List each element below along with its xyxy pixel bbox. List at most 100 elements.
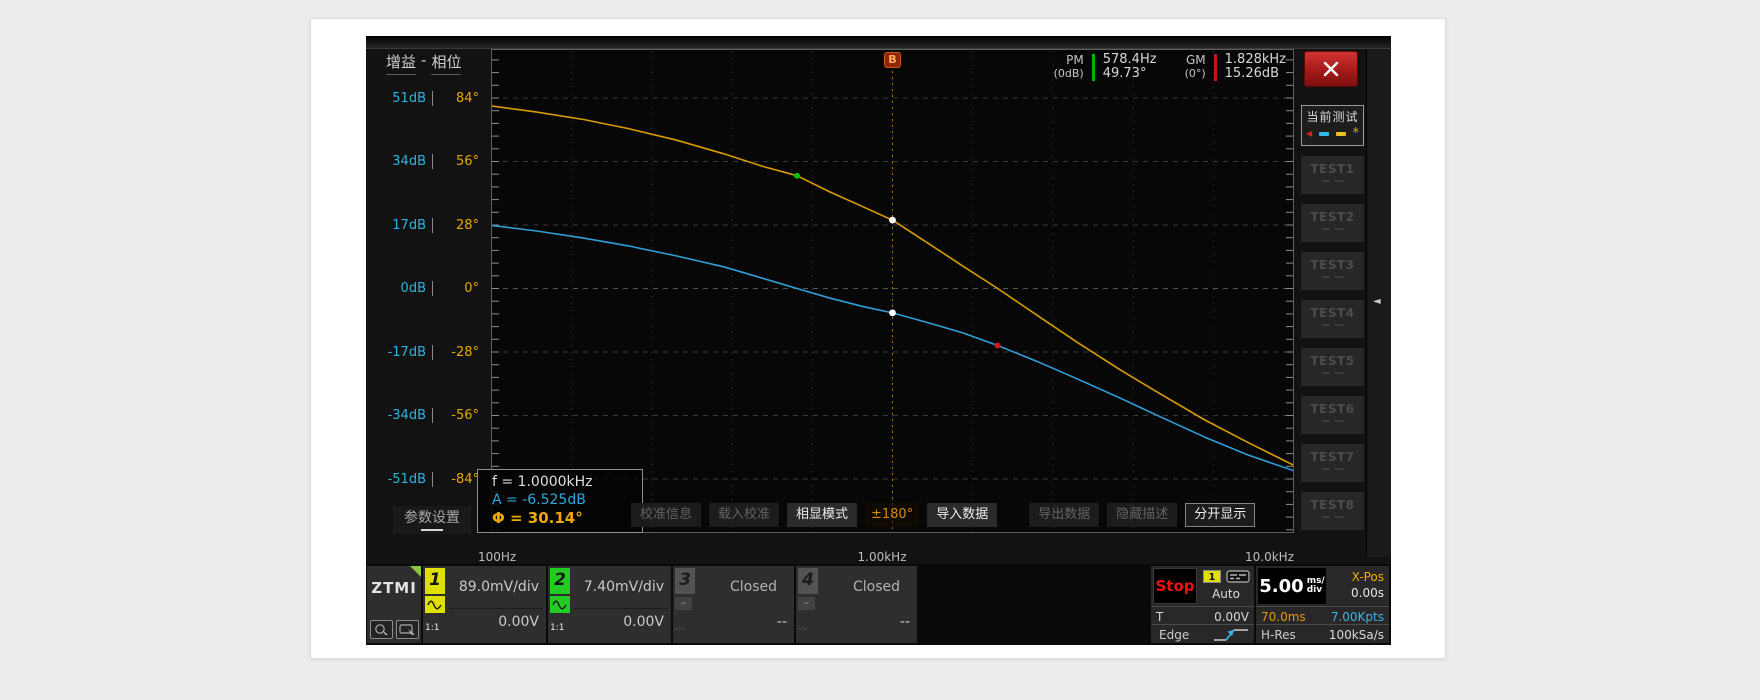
channel-2-cell[interactable]: 2 1:1 7.40mV/div 0.00V — [548, 566, 671, 643]
marker-triangle-icon: ◀ — [1306, 130, 1312, 138]
test-slot-7[interactable]: TEST7 — [1301, 444, 1364, 482]
phase-tick: 28° — [439, 218, 479, 233]
coupling-indicator: – — [798, 597, 815, 610]
channel-3-badge: 3 — [675, 568, 695, 594]
menu-calibration-info[interactable]: 校准信息 — [631, 503, 701, 527]
phase-axis-label[interactable]: 相位 — [431, 51, 461, 75]
phase-tick: 56° — [439, 154, 479, 169]
bode-plot-area: PM (0dB) 578.4Hz 49.73° GM (0°) — [491, 49, 1294, 533]
gain-tick: -51dB — [366, 472, 426, 487]
menu-export-data[interactable]: 导出数据 — [1029, 503, 1099, 527]
corner-triangle-icon — [410, 566, 421, 577]
gain-axis-label[interactable]: 增益 — [386, 51, 416, 75]
test-slot-label: TEST2 — [1310, 210, 1354, 224]
cursor-readout-box: f = 1.0000kHz A = -6.525dB Φ = 30.14° — [477, 469, 643, 533]
channel-1-offset: 0.00V — [498, 614, 539, 630]
channel-1-cell[interactable]: 1 1:1 89.0mV/div 0.00V — [423, 566, 546, 643]
gain-tick: -34dB — [366, 408, 426, 423]
run-stop-indicator[interactable]: Stop — [1153, 568, 1197, 604]
test-slot-label: TEST7 — [1310, 450, 1354, 464]
menu-hide-description[interactable]: 隐藏描述 — [1107, 503, 1177, 527]
sine-wave-icon — [550, 596, 570, 613]
channel-3-cell[interactable]: 3 – -:- Closed -- — [673, 566, 794, 643]
menu-import-data[interactable]: 导入数据 — [927, 503, 997, 527]
hres-label: H-Res — [1261, 628, 1296, 642]
rising-edge-icon — [1211, 627, 1251, 643]
test-slot-5[interactable]: TEST5 — [1301, 348, 1364, 386]
axis-tick-row: -51dB-84° — [366, 470, 491, 488]
test-slot-label: TEST8 — [1310, 498, 1354, 512]
touch-screen-icon[interactable] — [396, 620, 419, 639]
cursor-frequency: f = 1.0000kHz — [492, 473, 642, 491]
cursor-gain: A = -6.525dB — [492, 491, 642, 509]
test-slot-6[interactable]: TEST6 — [1301, 396, 1364, 434]
test-slot-4[interactable]: TEST4 — [1301, 300, 1364, 338]
phase-tick: -56° — [439, 408, 479, 423]
channel-1-badge: 1 — [425, 568, 445, 594]
channel-4-state: Closed — [836, 579, 917, 595]
current-test-label: 当前测试 — [1302, 106, 1363, 128]
channel-2-badge: 2 — [550, 568, 570, 594]
test-slot-dashes — [1301, 324, 1364, 326]
coupling-indicator: – — [675, 597, 692, 610]
touch-circle-icon[interactable] — [370, 620, 393, 639]
oscilloscope-screen: 增益 - 相位 51dB84° 34dB56° 17dB28° 0dB0° -1… — [366, 36, 1391, 645]
test-slot-label: TEST1 — [1310, 162, 1354, 176]
phase-tick: 0° — [439, 281, 479, 296]
menu-load-calibration[interactable]: 载入校准 — [709, 503, 779, 527]
trace-legend-icons: ◀ * — [1302, 128, 1363, 140]
close-button[interactable] — [1304, 51, 1358, 87]
bode-plot-svg — [491, 49, 1294, 533]
trigger-cell[interactable]: Stop 1 Auto T 0.00V Edge — [1151, 566, 1254, 643]
freq-tick-start: 100Hz — [478, 550, 516, 564]
axis-tick-row: 51dB84° — [366, 89, 491, 107]
cursor-b-handle[interactable]: B — [884, 52, 901, 68]
channel-2-scale: 7.40mV/div — [584, 579, 664, 595]
timebase-scale-box[interactable]: 5.00 ms/ div — [1258, 568, 1326, 604]
cursor-gain-point — [889, 309, 896, 316]
measurement-panel: PM (0dB) 578.4Hz 49.73° GM (0°) — [1054, 53, 1286, 81]
channel-4-offset: -- — [900, 614, 910, 630]
pm-value: 49.73° — [1103, 67, 1157, 81]
xpos-value: 0.00s — [1351, 586, 1384, 600]
menu-phase-display-mode[interactable]: 相显模式 — [787, 503, 857, 527]
gain-trace-icon — [1319, 132, 1329, 136]
capture-window: 70.0ms — [1261, 610, 1306, 624]
channel-2-offset: 0.00V — [623, 614, 664, 630]
parameter-settings-button[interactable]: 参数设置 — [393, 506, 471, 534]
axis-tick-row: 0dB0° — [366, 279, 491, 297]
gm-color-bar — [1214, 54, 1217, 81]
test-slot-dashes — [1301, 228, 1364, 230]
collapse-arrow-icon[interactable]: ◄ — [1373, 296, 1381, 307]
pm-marker — [794, 173, 800, 179]
test-slot-label: TEST4 — [1310, 306, 1354, 320]
axis-header: 增益 - 相位 — [386, 51, 491, 75]
gm-ref: (0°) — [1185, 67, 1206, 81]
menu-phase-range[interactable]: ±180° — [865, 503, 919, 527]
test-slot-3[interactable]: TEST3 — [1301, 252, 1364, 290]
current-test-button[interactable]: 当前测试 ◀ * — [1301, 105, 1364, 146]
scope-top-bar — [366, 36, 1391, 49]
timebase-cell[interactable]: 5.00 ms/ div X-Pos 0.00s 70.0ms 7.00Kpts… — [1256, 566, 1389, 643]
test-slot-1[interactable]: TEST1 — [1301, 156, 1364, 194]
channel-4-cell[interactable]: 4 – -:- Closed -- — [796, 566, 917, 643]
gm-marker — [995, 343, 1001, 349]
cursor-phase-point — [889, 217, 896, 224]
tick-separator — [432, 91, 433, 106]
tick-separator — [432, 345, 433, 360]
gain-tick: 17dB — [366, 218, 426, 233]
phase-curve — [491, 106, 1294, 466]
trigger-level-label: T — [1156, 610, 1163, 624]
star-icon: * — [1353, 129, 1360, 139]
test-slot-dashes — [1301, 468, 1364, 470]
freq-tick-end: 10.0kHz — [1245, 550, 1294, 564]
test-slot-2[interactable]: TEST2 — [1301, 204, 1364, 242]
tick-separator — [432, 154, 433, 169]
test-slot-dashes — [1301, 180, 1364, 182]
probe-ratio: 1:1 — [425, 623, 445, 633]
pm-frequency: 578.4Hz — [1103, 53, 1157, 67]
probe-ratio: -:- — [798, 624, 818, 634]
tick-separator — [432, 281, 433, 296]
menu-split-display[interactable]: 分开显示 — [1185, 503, 1255, 527]
test-slot-8[interactable]: TEST8 — [1301, 492, 1364, 530]
